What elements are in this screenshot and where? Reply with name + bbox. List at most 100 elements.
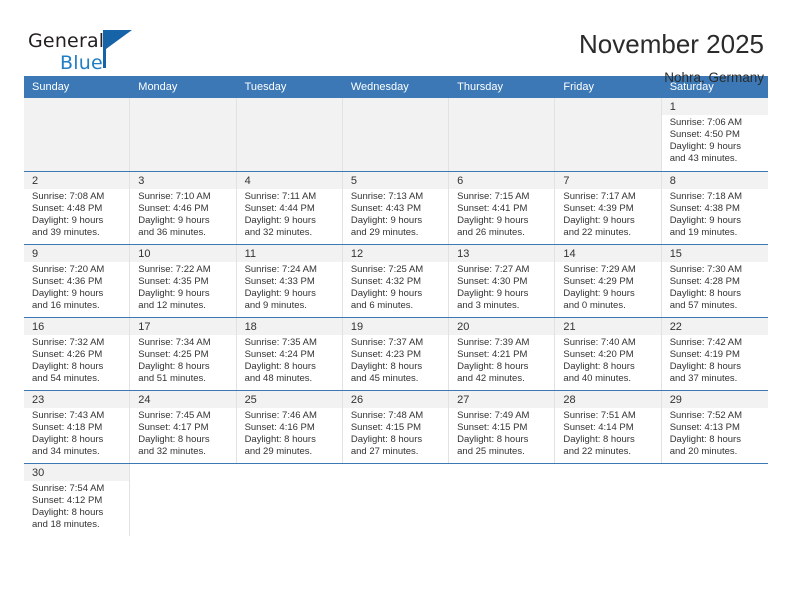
daylight-text-line1: Daylight: 8 hours: [563, 360, 635, 372]
daylight-text-line2: and 0 minutes.: [563, 299, 626, 311]
calendar-day-cell[interactable]: 4 Sunrise: 7:11 AM Sunset: 4:44 PM Daylight…: [236, 171, 343, 245]
calendar-week-row: 23 Sunrise: 7:43 AM Sunset: 4:18 PM Dayligh…: [24, 390, 768, 464]
daylight-text-line2: and 48 minutes.: [244, 372, 313, 384]
sunrise-text: Sunrise: 7:27 AM: [457, 263, 530, 275]
day-sun-info: Sunrise: 7:46 AM Sunset: 4:16 PM Daylight:…: [237, 408, 342, 458]
day-number: 14: [555, 244, 661, 262]
calendar-day-cell[interactable]: 19 Sunrise: 7:37 AM Sunset: 4:23 PM Dayligh…: [342, 317, 450, 391]
empty-cell-body: [130, 98, 237, 171]
day-cell-body: 7 Sunrise: 7:17 AM Sunset: 4:39 PM Daylight…: [555, 171, 662, 244]
day-sun-info: Sunrise: 7:32 AM Sunset: 4:26 PM Daylight:…: [24, 335, 129, 385]
day-sun-info: Sunrise: 7:13 AM Sunset: 4:43 PM Daylight:…: [343, 189, 448, 239]
day-cell-body: 10 Sunrise: 7:22 AM Sunset: 4:35 PM Dayligh…: [130, 244, 237, 317]
day-cell-body: 4 Sunrise: 7:11 AM Sunset: 4:44 PM Daylight…: [236, 171, 343, 244]
sunset-text: Sunset: 4:18 PM: [32, 421, 103, 433]
daylight-text-line1: Daylight: 8 hours: [669, 360, 741, 372]
daylight-text-line2: and 37 minutes.: [669, 372, 738, 384]
sunrise-text: Sunrise: 7:25 AM: [350, 263, 424, 275]
calendar-day-cell[interactable]: 23 Sunrise: 7:43 AM Sunset: 4:18 PM Dayligh…: [24, 390, 131, 464]
sunset-text: Sunset: 4:15 PM: [457, 421, 528, 433]
calendar-day-cell[interactable]: 12 Sunrise: 7:25 AM Sunset: 4:32 PM Dayligh…: [342, 244, 450, 318]
daylight-text-line1: Daylight: 8 hours: [138, 360, 210, 372]
day-sun-info: Sunrise: 7:15 AM Sunset: 4:41 PM Daylight:…: [449, 189, 554, 239]
day-number: 30: [24, 463, 130, 481]
calendar-day-cell[interactable]: 2 Sunrise: 7:08 AM Sunset: 4:48 PM Daylight…: [24, 171, 131, 245]
calendar-day-cell[interactable]: 27 Sunrise: 7:49 AM Sunset: 4:15 PM Dayligh…: [449, 390, 556, 464]
day-sun-info: Sunrise: 7:10 AM Sunset: 4:46 PM Daylight:…: [130, 189, 235, 239]
daylight-text-line2: and 57 minutes.: [669, 299, 738, 311]
logo-line-1: General: [28, 32, 178, 54]
day-number: 26: [342, 390, 449, 408]
sunrise-text: Sunrise: 7:20 AM: [32, 263, 105, 275]
sunrise-text: Sunrise: 7:13 AM: [350, 190, 424, 202]
calendar-cell-blank: [236, 463, 343, 537]
daylight-text-line1: Daylight: 8 hours: [669, 433, 741, 445]
day-number: 27: [449, 390, 555, 408]
day-number: 9: [24, 244, 130, 262]
sunset-text: Sunset: 4:44 PM: [244, 202, 315, 214]
day-sun-info: Sunrise: 7:20 AM Sunset: 4:36 PM Daylight:…: [24, 262, 129, 312]
day-sun-info: Sunrise: 7:34 AM Sunset: 4:25 PM Daylight:…: [130, 335, 235, 385]
sunrise-text: Sunrise: 7:49 AM: [457, 409, 530, 421]
day-cell-body: 25 Sunrise: 7:46 AM Sunset: 4:16 PM Dayligh…: [236, 390, 343, 463]
calendar-day-cell[interactable]: 3 Sunrise: 7:10 AM Sunset: 4:46 PM Daylight…: [130, 171, 237, 245]
day-cell-body: 24 Sunrise: 7:45 AM Sunset: 4:17 PM Dayligh…: [130, 390, 237, 463]
calendar-day-cell[interactable]: 15 Sunrise: 7:30 AM Sunset: 4:28 PM Dayligh…: [661, 244, 768, 318]
calendar-day-cell[interactable]: 24 Sunrise: 7:45 AM Sunset: 4:17 PM Dayligh…: [130, 390, 237, 464]
weekday-header-wednesday: Wednesday: [342, 76, 450, 98]
calendar-day-cell[interactable]: 1 Sunrise: 7:06 AM Sunset: 4:50 PM Daylight…: [661, 98, 768, 172]
day-number: 12: [342, 244, 449, 262]
daylight-text-line1: Daylight: 8 hours: [669, 287, 741, 299]
calendar-day-cell[interactable]: 8 Sunrise: 7:18 AM Sunset: 4:38 PM Daylight…: [661, 171, 768, 245]
sunset-text: Sunset: 4:28 PM: [669, 275, 740, 287]
day-sun-info: Sunrise: 7:29 AM Sunset: 4:29 PM Daylight:…: [555, 262, 660, 312]
calendar-day-cell[interactable]: 17 Sunrise: 7:34 AM Sunset: 4:25 PM Dayligh…: [130, 317, 237, 391]
calendar-day-cell[interactable]: 7 Sunrise: 7:17 AM Sunset: 4:39 PM Daylight…: [555, 171, 662, 245]
calendar-day-cell[interactable]: 14 Sunrise: 7:29 AM Sunset: 4:29 PM Dayligh…: [555, 244, 662, 318]
daylight-text-line2: and 39 minutes.: [32, 226, 100, 238]
day-cell-body: 15 Sunrise: 7:30 AM Sunset: 4:28 PM Dayligh…: [661, 244, 768, 317]
page-header: General Blue November 2025 Nohra, German…: [0, 0, 792, 85]
weekday-header-monday: Monday: [130, 76, 237, 98]
calendar-cell-blank: [661, 463, 768, 536]
blank-cell-body: [555, 464, 661, 537]
sunset-text: Sunset: 4:19 PM: [669, 348, 740, 360]
calendar-page: General Blue November 2025 Nohra, German…: [0, 0, 792, 612]
calendar-day-cell[interactable]: 18 Sunrise: 7:35 AM Sunset: 4:24 PM Dayligh…: [236, 317, 343, 391]
sunset-text: Sunset: 4:46 PM: [138, 202, 209, 214]
day-number: 4: [236, 171, 342, 189]
calendar-grid: Sunday Monday Tuesday Wednesday Thursday…: [24, 76, 768, 536]
sunset-text: Sunset: 4:15 PM: [350, 421, 422, 433]
calendar-day-cell[interactable]: 22 Sunrise: 7:42 AM Sunset: 4:19 PM Dayligh…: [661, 317, 768, 391]
calendar-day-cell[interactable]: 29 Sunrise: 7:52 AM Sunset: 4:13 PM Dayligh…: [661, 390, 768, 464]
sunset-text: Sunset: 4:39 PM: [563, 202, 634, 214]
calendar-day-cell[interactable]: 13 Sunrise: 7:27 AM Sunset: 4:30 PM Dayligh…: [449, 244, 556, 318]
sunrise-text: Sunrise: 7:34 AM: [138, 336, 211, 348]
calendar-day-cell[interactable]: 20 Sunrise: 7:39 AM Sunset: 4:21 PM Dayligh…: [449, 317, 556, 391]
calendar-cell-blank: [342, 463, 450, 536]
daylight-text-line2: and 22 minutes.: [563, 445, 632, 457]
calendar-cell-blank: [130, 463, 237, 536]
calendar-day-cell[interactable]: 16 Sunrise: 7:32 AM Sunset: 4:26 PM Dayligh…: [24, 317, 131, 391]
calendar-day-cell[interactable]: 21 Sunrise: 7:40 AM Sunset: 4:20 PM Dayligh…: [555, 317, 662, 391]
day-sun-info: Sunrise: 7:24 AM Sunset: 4:33 PM Daylight:…: [237, 262, 342, 312]
calendar-day-cell[interactable]: 10 Sunrise: 7:22 AM Sunset: 4:35 PM Dayligh…: [130, 244, 237, 318]
sunrise-text: Sunrise: 7:35 AM: [244, 336, 317, 348]
general-blue-logo[interactable]: General Blue: [28, 30, 178, 78]
calendar-day-cell[interactable]: 9 Sunrise: 7:20 AM Sunset: 4:36 PM Daylight…: [24, 244, 131, 318]
calendar-day-cell[interactable]: 28 Sunrise: 7:51 AM Sunset: 4:14 PM Dayligh…: [555, 390, 662, 464]
calendar-day-cell[interactable]: 5 Sunrise: 7:13 AM Sunset: 4:43 PM Daylight…: [342, 171, 450, 245]
daylight-text-line2: and 40 minutes.: [563, 372, 632, 384]
day-sun-info: Sunrise: 7:45 AM Sunset: 4:17 PM Daylight:…: [130, 408, 235, 458]
calendar-day-cell[interactable]: 6 Sunrise: 7:15 AM Sunset: 4:41 PM Daylight…: [449, 171, 556, 245]
calendar-day-cell[interactable]: 25 Sunrise: 7:46 AM Sunset: 4:16 PM Dayligh…: [236, 390, 343, 464]
day-number: 16: [24, 317, 130, 335]
calendar-day-cell[interactable]: 11 Sunrise: 7:24 AM Sunset: 4:33 PM Dayligh…: [236, 244, 343, 318]
blank-cell-body: [237, 464, 343, 537]
calendar-day-cell[interactable]: 30 Sunrise: 7:54 AM Sunset: 4:12 PM Dayligh…: [24, 463, 131, 536]
calendar-day-cell[interactable]: 26 Sunrise: 7:48 AM Sunset: 4:15 PM Dayligh…: [342, 390, 450, 464]
daylight-text-line1: Daylight: 9 hours: [32, 287, 104, 299]
day-number: 23: [24, 390, 130, 408]
daylight-text-line1: Daylight: 8 hours: [244, 360, 316, 372]
page-title: November 2025: [579, 29, 764, 59]
